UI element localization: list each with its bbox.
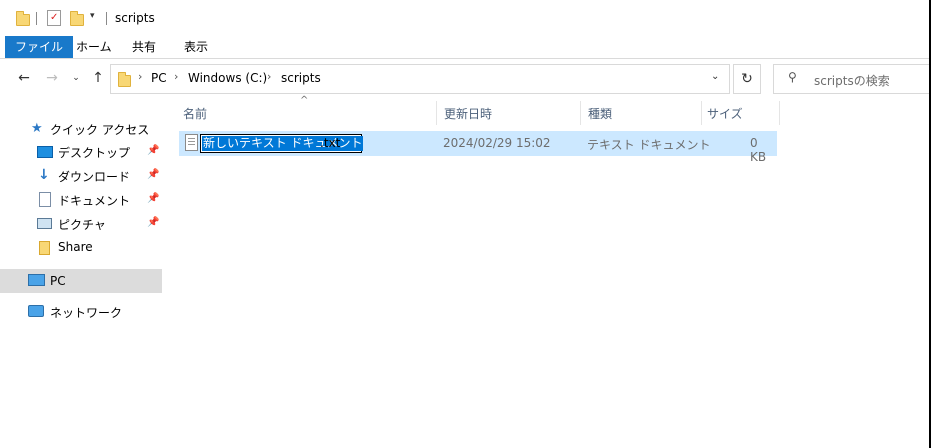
column-separator[interactable] [779, 101, 780, 125]
search-icon: ⚲ [788, 70, 797, 84]
rename-extension: .txt [320, 136, 341, 150]
tab-share[interactable]: 共有 [120, 36, 168, 58]
nav-item-network[interactable]: ネットワーク [0, 301, 162, 323]
file-date: 2024/02/29 15:02 [443, 136, 551, 150]
document-icon [39, 192, 51, 207]
breadcrumb-pc[interactable]: PC [151, 71, 167, 85]
address-bar[interactable]: › PC › Windows (C:) › scripts ⌄ [110, 64, 730, 94]
window-title: scripts [115, 11, 155, 25]
star-icon: ★ [31, 121, 43, 136]
nav-label: クイック アクセス [50, 123, 150, 137]
folder-icon [16, 11, 30, 26]
nav-item-documents[interactable]: ドキュメント 📌 [0, 189, 162, 211]
properties-icon[interactable]: ✓ [47, 10, 61, 26]
divider [106, 12, 107, 25]
file-size: 0 KB [750, 136, 767, 164]
navigation-pane: ★ クイック アクセス デスクトップ 📌 ↓ ダウンロード 📌 ドキュメント 📌… [0, 99, 162, 448]
nav-item-desktop[interactable]: デスクトップ 📌 [0, 141, 162, 163]
breadcrumb-scripts[interactable]: scripts [281, 71, 321, 85]
column-header-type[interactable]: 種類 [588, 105, 612, 122]
search-placeholder: scriptsの検索 [814, 74, 890, 88]
up-arrow-icon[interactable]: ↑ [88, 68, 108, 88]
nav-item-pictures[interactable]: ピクチャ 📌 [0, 213, 162, 235]
tab-file[interactable]: ファイル [5, 36, 74, 58]
column-separator[interactable] [580, 101, 581, 125]
nav-label: PC [50, 274, 66, 288]
column-header-name[interactable]: 名前 [183, 105, 207, 122]
download-icon: ↓ [38, 167, 50, 183]
desktop-icon [37, 146, 53, 158]
nav-label: Share [58, 240, 93, 254]
search-box[interactable]: ⚲ scriptsの検索 [773, 64, 931, 94]
file-list: ^ 名前 更新日時 種類 サイズ 新しいテキスト ドキュメント .txt 202… [162, 95, 931, 448]
column-header-date[interactable]: 更新日時 [444, 105, 492, 122]
network-icon [28, 305, 44, 317]
nav-item-downloads[interactable]: ↓ ダウンロード 📌 [0, 165, 162, 187]
file-row[interactable]: 新しいテキスト ドキュメント .txt 2024/02/29 15:02 テキス… [179, 131, 777, 164]
nav-label: ダウンロード [58, 170, 131, 184]
title-bar: ✓ ▾ scripts [0, 0, 931, 36]
breadcrumb-drive[interactable]: Windows (C:) [188, 71, 267, 85]
pin-icon: 📌 [147, 217, 160, 228]
breadcrumb-separator[interactable]: › [174, 70, 178, 83]
text-file-icon [185, 134, 198, 151]
breadcrumb-separator[interactable]: › [267, 70, 271, 83]
nav-quick-access[interactable]: ★ クイック アクセス [0, 118, 162, 140]
rename-input[interactable]: 新しいテキスト ドキュメント .txt [200, 134, 364, 153]
tab-home[interactable]: ホーム [64, 36, 124, 58]
file-type: テキスト ドキュメント [587, 138, 711, 152]
pc-icon [28, 274, 45, 286]
nav-item-share[interactable]: Share [0, 237, 162, 259]
nav-label: デスクトップ [58, 146, 131, 160]
folder-icon [118, 72, 131, 87]
folder-icon [39, 241, 50, 255]
forward-arrow-icon[interactable]: → [42, 68, 62, 88]
pin-icon: 📌 [147, 193, 160, 204]
ribbon-tabs: ファイル ホーム 共有 表示 [0, 36, 931, 59]
customize-qat-icon[interactable]: ▾ [90, 11, 95, 21]
new-folder-icon[interactable] [70, 11, 84, 26]
column-separator[interactable] [436, 101, 437, 125]
breadcrumb-separator[interactable]: › [138, 70, 142, 83]
chevron-down-icon[interactable]: ⌄ [711, 71, 719, 82]
column-separator[interactable] [701, 101, 702, 125]
divider [36, 12, 37, 25]
nav-label: ネットワーク [50, 306, 123, 320]
recent-chevron-icon[interactable]: ⌄ [66, 68, 86, 88]
back-arrow-icon[interactable]: ← [14, 68, 34, 88]
address-row: ← → ⌄ ↑ › PC › Windows (C:) › scripts ⌄ … [0, 59, 931, 99]
refresh-icon: ↻ [741, 71, 753, 87]
nav-item-pc[interactable]: PC [0, 269, 162, 293]
pictures-icon [37, 218, 52, 229]
pin-icon: 📌 [147, 145, 160, 156]
refresh-button[interactable]: ↻ [733, 64, 761, 94]
column-header-size[interactable]: サイズ [707, 105, 743, 122]
sort-ascending-icon: ^ [300, 95, 309, 106]
tab-view[interactable]: 表示 [172, 36, 220, 58]
nav-label: ピクチャ [58, 218, 106, 232]
nav-label: ドキュメント [58, 194, 131, 208]
pin-icon: 📌 [147, 169, 160, 180]
